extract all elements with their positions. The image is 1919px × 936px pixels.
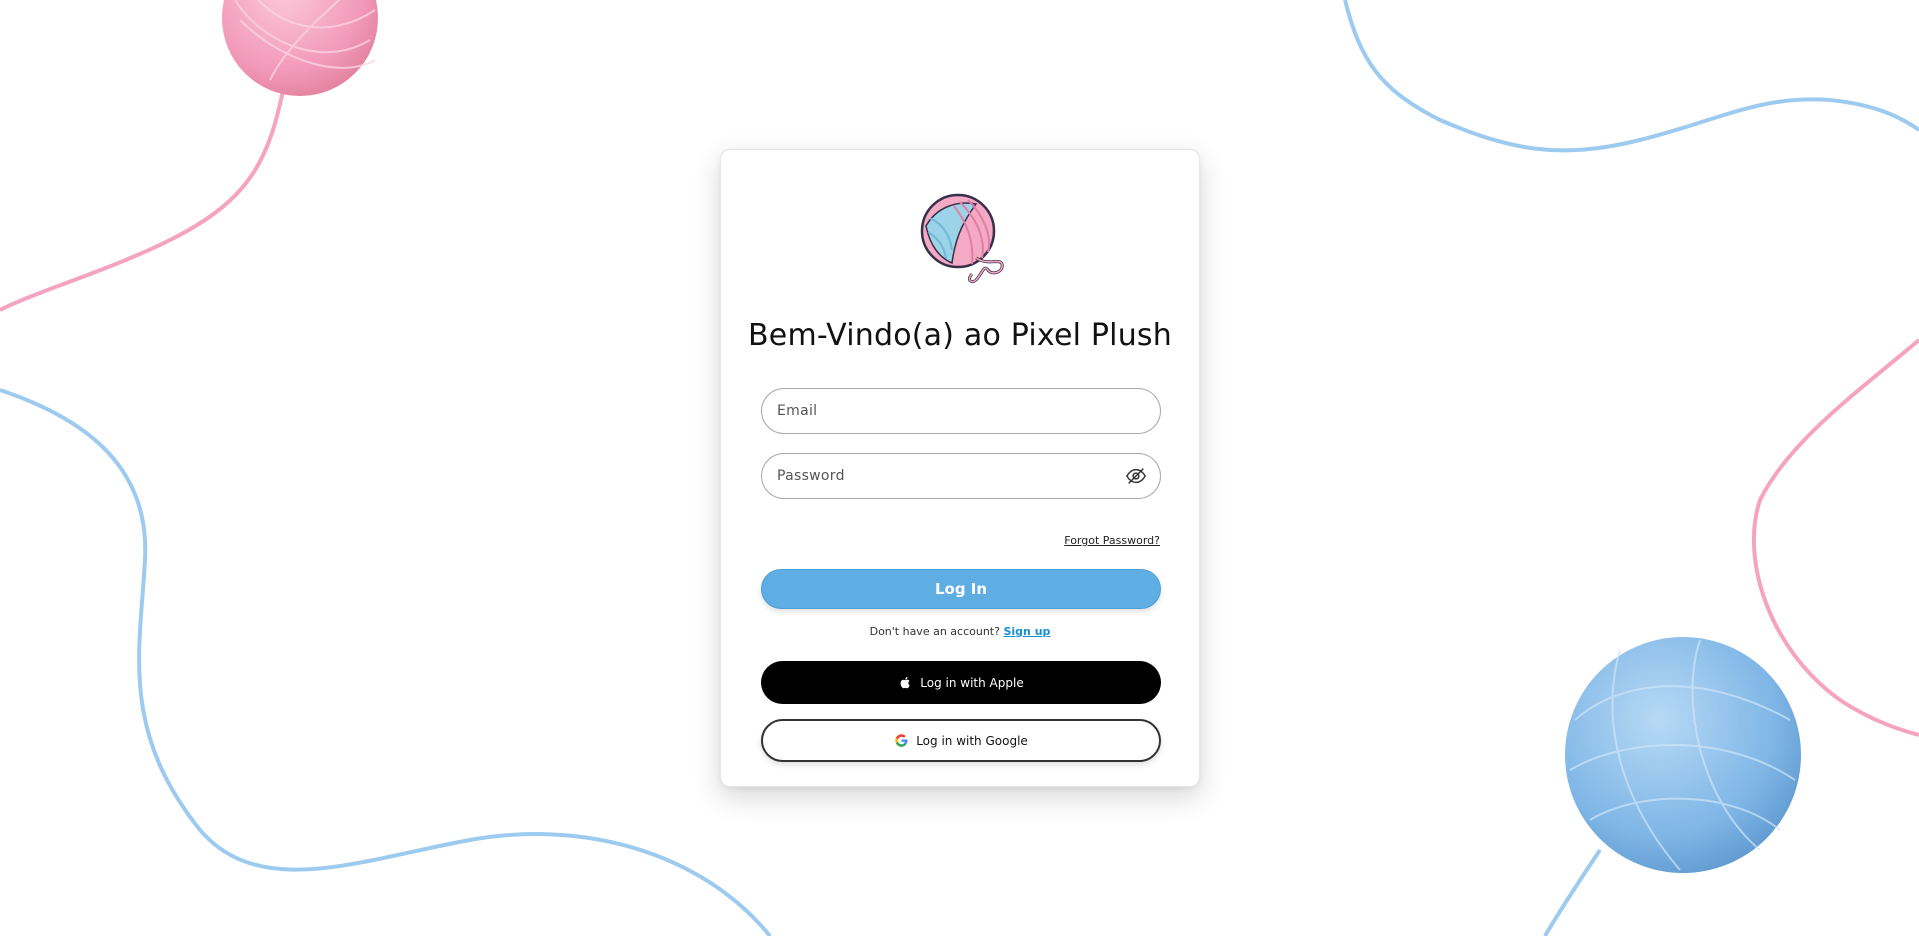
google-icon <box>895 734 908 747</box>
signup-link[interactable]: Sign up <box>1003 625 1050 638</box>
yarn-ball-logo <box>920 193 1004 284</box>
apple-icon <box>900 676 910 689</box>
blue-yarn-ball <box>1565 637 1801 873</box>
apple-login-label: Log in with Apple <box>920 675 1024 690</box>
forgot-password-link[interactable]: Forgot Password? <box>1064 534 1160 547</box>
email-input[interactable] <box>761 388 1161 434</box>
login-card: Bem-Vindo(a) ao Pixel Plush Forgot Passw… <box>720 149 1200 787</box>
apple-login-button[interactable]: Log in with Apple <box>761 661 1161 704</box>
blue-yarn-strand <box>1543 848 1602 936</box>
eye-off-icon[interactable] <box>1125 465 1147 487</box>
pink-yarn-strand <box>0 79 287 312</box>
google-login-label: Log in with Google <box>916 733 1028 748</box>
signup-prompt-text: Don't have an account? <box>869 625 1000 638</box>
pink-yarn-ball <box>222 0 378 96</box>
blue-yarn-strand <box>0 388 772 936</box>
login-button[interactable]: Log In <box>761 569 1161 609</box>
password-field-wrapper <box>761 453 1161 499</box>
blue-yarn-strand <box>1343 0 1919 153</box>
pink-yarn-strand <box>1751 338 1919 737</box>
signup-prompt-line: Don't have an account? Sign up <box>721 625 1199 638</box>
google-login-button[interactable]: Log in with Google <box>761 719 1161 762</box>
password-input[interactable] <box>761 453 1161 499</box>
page-background: Bem-Vindo(a) ao Pixel Plush Forgot Passw… <box>0 0 1919 936</box>
page-title: Bem-Vindo(a) ao Pixel Plush <box>748 318 1172 353</box>
